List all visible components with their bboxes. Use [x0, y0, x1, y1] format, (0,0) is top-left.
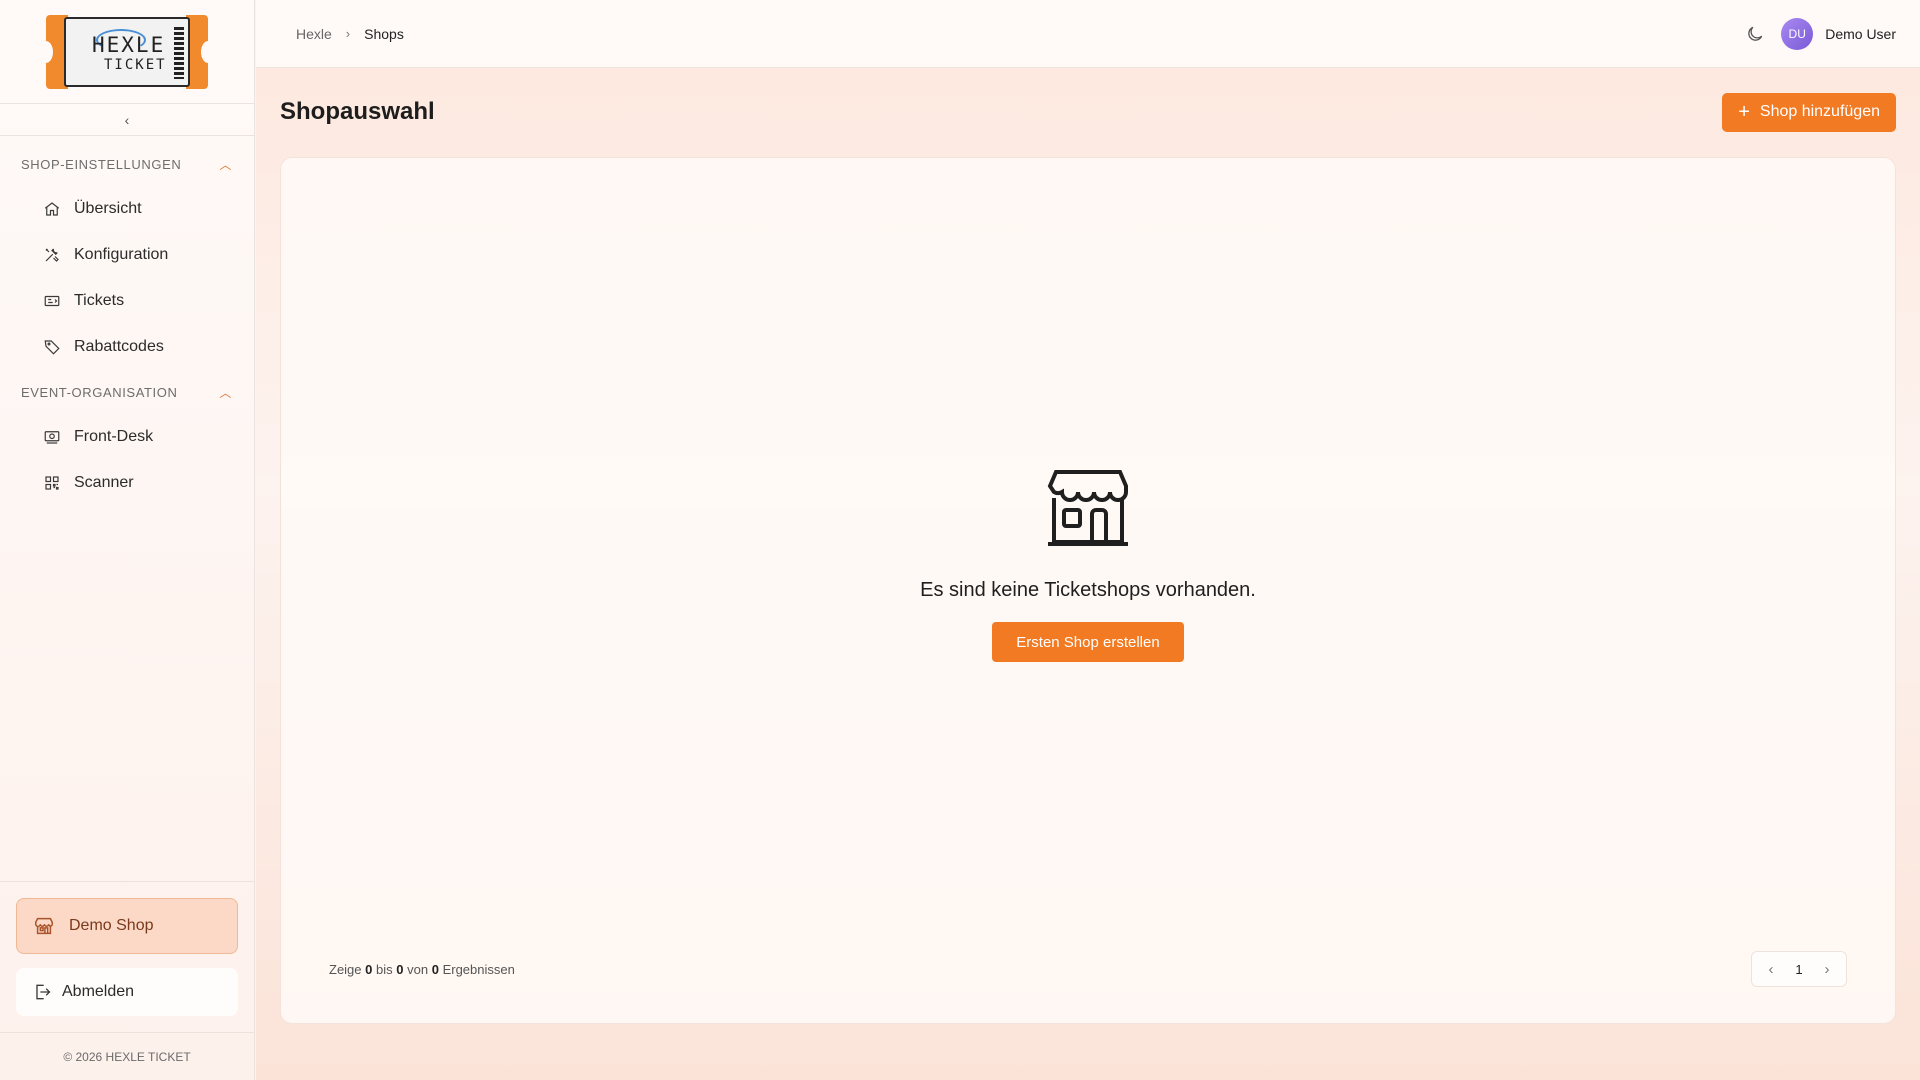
add-shop-label: Shop hinzufügen	[1759, 103, 1880, 120]
chevron-right-icon: ›	[345, 26, 351, 41]
sidebar-item-label: Rabattcodes	[74, 338, 164, 355]
sidebar-nav: SHOP-EINSTELLUNGEN ︿ Übersicht Konfigura…	[0, 136, 254, 881]
empty-state: Es sind keine Ticketshops vorhanden. Ers…	[281, 468, 1895, 662]
empty-message: Es sind keine Ticketshops vorhanden.	[920, 579, 1256, 601]
moon-icon[interactable]	[1745, 24, 1765, 44]
pagination-row: Zeige 0 bis 0 von 0 Ergebnissen ‹ 1 ›	[329, 951, 1847, 987]
add-shop-button[interactable]: + Shop hinzufügen	[1722, 92, 1896, 132]
plus-icon: +	[1738, 101, 1750, 123]
section-title: SHOP-EINSTELLUNGEN	[21, 156, 182, 172]
hexle-ticket-logo[interactable]: HEXLE TICKET	[39, 14, 215, 89]
ticket-icon	[42, 291, 62, 311]
pagination: ‹ 1 ›	[1751, 951, 1847, 987]
logout-label: Abmelden	[62, 983, 135, 1000]
section-title: EVENT-ORGANISATION	[21, 384, 178, 400]
store-icon	[35, 917, 53, 935]
chevron-up-icon: ︿	[219, 157, 232, 172]
sidebar-item-scanner[interactable]: Scanner	[0, 460, 254, 506]
chevron-left-icon: ‹	[124, 111, 130, 128]
avatar[interactable]: DU	[1781, 17, 1814, 50]
logo-line1: HEXLE	[92, 32, 166, 57]
user-name[interactable]: Demo User	[1825, 26, 1896, 42]
topbar: Hexle › Shops DU Demo User	[256, 0, 1920, 68]
chevron-right-icon[interactable]: ›	[1814, 961, 1840, 978]
tag-icon	[42, 337, 62, 357]
logout-icon	[36, 984, 51, 1000]
create-first-shop-button[interactable]: Ersten Shop erstellen	[992, 622, 1184, 662]
qr-code-icon	[42, 473, 62, 493]
logo-line2: TICKET	[104, 56, 167, 73]
sidebar-item-front-desk[interactable]: Front-Desk	[0, 414, 254, 460]
tools-icon	[42, 245, 62, 265]
sidebar-item-rabattcodes[interactable]: Rabattcodes	[0, 324, 254, 370]
section-shop-einstellungen[interactable]: SHOP-EINSTELLUNGEN ︿	[0, 142, 254, 186]
logo-area: HEXLE TICKET	[0, 0, 254, 104]
section-event-organisation[interactable]: EVENT-ORGANISATION ︿	[0, 370, 254, 414]
page-header: Shopauswahl + Shop hinzufügen	[256, 68, 1920, 156]
results-summary: Zeige 0 bis 0 von 0 Ergebnissen	[329, 961, 515, 977]
collapse-sidebar-button[interactable]: ‹	[0, 104, 254, 136]
sidebar-item-label: Konfiguration	[74, 246, 169, 263]
logout-button[interactable]: Abmelden	[16, 968, 238, 1016]
sidebar-item-konfiguration[interactable]: Konfiguration	[0, 232, 254, 278]
breadcrumb-item-hexle[interactable]: Hexle	[296, 26, 332, 42]
current-shop-button[interactable]: Demo Shop	[16, 898, 238, 954]
sidebar-item-label: Front-Desk	[74, 428, 154, 445]
chevron-up-icon: ︿	[219, 385, 232, 400]
copyright: © 2026 HEXLE TICKET	[0, 1032, 254, 1080]
sidebar-item-tickets[interactable]: Tickets	[0, 278, 254, 324]
page-title: Shopauswahl	[280, 98, 435, 125]
sidebar-item-label: Übersicht	[74, 200, 142, 217]
home-icon	[42, 199, 62, 219]
chevron-left-icon[interactable]: ‹	[1758, 961, 1784, 978]
page-number[interactable]: 1	[1784, 962, 1814, 977]
sidebar-item-label: Scanner	[74, 474, 134, 491]
sidebar-bottom: Demo Shop Abmelden © 2026 HEXLE TICKET	[0, 881, 254, 1080]
cash-register-icon	[42, 427, 62, 447]
current-shop-label: Demo Shop	[69, 917, 154, 934]
sidebar: HEXLE TICKET ‹ SHOP-EINSTELLUNGEN ︿ Über…	[0, 0, 255, 1080]
sidebar-item-label: Tickets	[74, 292, 125, 309]
breadcrumb: Hexle › Shops	[296, 26, 404, 42]
shops-panel: Es sind keine Ticketshops vorhanden. Ers…	[280, 157, 1896, 1024]
main-content: Hexle › Shops DU Demo User Shopauswahl +…	[256, 0, 1920, 1080]
sidebar-item-uebersicht[interactable]: Übersicht	[0, 186, 254, 232]
breadcrumb-item-shops: Shops	[364, 25, 404, 42]
user-area: DU Demo User	[1745, 17, 1896, 50]
store-icon	[1044, 468, 1132, 553]
